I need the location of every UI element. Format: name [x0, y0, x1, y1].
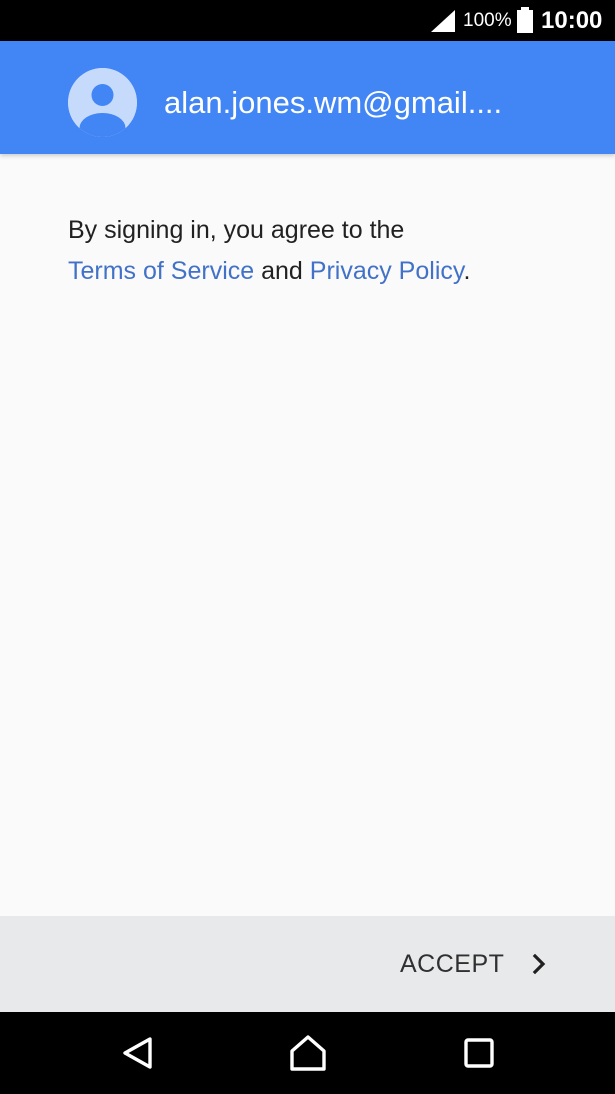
- privacy-policy-link[interactable]: Privacy Policy: [310, 257, 464, 285]
- battery-percent: 100%: [463, 10, 512, 31]
- recents-icon[interactable]: [458, 1032, 500, 1074]
- terms-of-service-link[interactable]: Terms of Service: [68, 257, 254, 285]
- clock: 10:00: [541, 7, 603, 34]
- action-bar: ACCEPT: [0, 916, 615, 1012]
- agreement-intro: By signing in, you agree to the: [68, 216, 405, 244]
- navigation-bar: [0, 1012, 615, 1094]
- account-header: alan.jones.wm@gmail....: [0, 41, 615, 154]
- back-icon[interactable]: [116, 1032, 158, 1074]
- battery-icon: [517, 7, 533, 33]
- account-email: alan.jones.wm@gmail....: [164, 85, 503, 120]
- account-avatar-icon: [68, 68, 137, 137]
- home-icon[interactable]: [287, 1032, 329, 1074]
- accept-label: ACCEPT: [400, 949, 505, 978]
- period-text: .: [463, 257, 471, 285]
- signal-icon: [431, 10, 455, 32]
- accept-button[interactable]: ACCEPT: [392, 938, 556, 990]
- status-bar: 100% 10:00: [0, 0, 615, 41]
- chevron-right-icon: [533, 953, 546, 975]
- terms-agreement-text: By signing in, you agree to the Terms of…: [68, 210, 568, 292]
- and-text: and: [254, 257, 310, 285]
